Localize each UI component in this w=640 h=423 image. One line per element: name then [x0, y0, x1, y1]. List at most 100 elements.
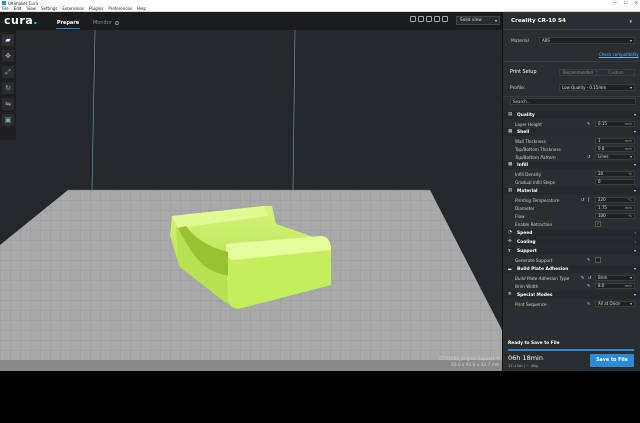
save-to-file-button[interactable]: Save to File — [590, 354, 634, 367]
enable-retraction-checkbox[interactable]: ✓ — [595, 220, 601, 227]
slice-progress-bar — [508, 349, 634, 351]
tab-custom[interactable]: Custom — [597, 69, 635, 76]
chevron-down-icon: ▾ — [629, 19, 632, 25]
view-mode-value: Solid view — [460, 17, 482, 23]
view-3d-icon[interactable] — [410, 16, 416, 22]
category-special-modes[interactable]: ✲ Special Modes ▾ — [503, 291, 640, 299]
diameter-input[interactable]: 1.75 mm — [595, 204, 635, 211]
infill-density-input[interactable]: 20% — [595, 170, 635, 177]
profile-label: Profile: — [510, 86, 526, 91]
brim-width-input[interactable]: 8.0 mm — [595, 282, 635, 289]
tab-recommended[interactable]: Recommended — [559, 69, 597, 76]
settings-search-input[interactable]: Search... — [510, 98, 636, 105]
minimize-button[interactable]: — — [613, 0, 617, 5]
setting-topbottom-pattern: Top/Bottom Pattern ↺ Lines ▾ — [503, 153, 640, 161]
window-controls: — ☐ ✕ — [613, 0, 638, 5]
category-shell[interactable]: ▦ Shell ▾ — [503, 128, 640, 136]
category-quality[interactable]: ▤ Quality ▾ — [503, 111, 640, 119]
menu-view[interactable]: View — [26, 6, 36, 11]
reset-icon[interactable]: ↺ — [587, 154, 590, 159]
category-cooling[interactable]: ✣ Cooling ‹ — [503, 238, 640, 246]
gradual-infill-input[interactable]: 0 — [595, 178, 635, 185]
printer-selector[interactable]: Creality CR-10 S4 — [511, 18, 566, 24]
category-speed[interactable]: ◔ Speed ‹ — [503, 229, 640, 237]
setting-wall-thickness: Wall Thickness 1 mm — [503, 137, 640, 145]
chevron-down-icon: ▾ — [633, 188, 636, 193]
tab-monitor[interactable]: Monitor — [88, 15, 124, 30]
menu-plugins[interactable]: Plugins — [89, 6, 103, 11]
maximize-button[interactable]: ☐ — [624, 0, 628, 5]
flow-label: Flow — [515, 213, 525, 219]
print-sequence-label: Print Sequence — [515, 301, 547, 307]
print-sequence-select[interactable]: All at Once ▾ — [595, 300, 635, 307]
close-button[interactable]: ✕ — [635, 0, 638, 5]
adhesion-type-select[interactable]: Brim ▾ — [595, 274, 635, 281]
3d-viewport[interactable] — [0, 30, 502, 371]
category-infill[interactable]: ▩ Infill ▾ — [503, 161, 640, 169]
build-plate-scene — [0, 30, 502, 371]
tab-prepare[interactable]: Prepare — [50, 15, 86, 30]
link-icon: ✎ — [587, 121, 591, 126]
material-select[interactable]: ABS ▾ — [539, 37, 635, 44]
move-tool-button[interactable]: ✥ — [2, 50, 14, 62]
open-file-button[interactable]: ▰ — [2, 34, 14, 46]
pencil-icon[interactable]: ✎ — [496, 357, 500, 362]
material-icon: ▥ — [508, 188, 513, 193]
view-mode-select[interactable]: Solid view ▾ — [456, 15, 500, 25]
reset-icon[interactable]: ↺ — [588, 275, 591, 280]
menu-edit[interactable]: Edit — [14, 6, 22, 11]
layer-height-input[interactable]: 0.15 mm — [595, 120, 635, 127]
setting-infill-density: Infill Density 20% — [503, 170, 640, 178]
model-dimensions: 80.0 x 91.6 x 42.7 mm — [451, 363, 500, 368]
diameter-label: Diameter — [515, 205, 535, 211]
topbottom-thickness-input[interactable]: 0.8 mm — [595, 145, 635, 152]
generate-support-checkbox[interactable] — [595, 256, 601, 263]
view-front-icon[interactable] — [418, 16, 424, 22]
generate-support-label: Generate Support — [515, 257, 553, 263]
mirror-tool-button[interactable]: ⇋ — [2, 98, 14, 110]
topbottom-pattern-select[interactable]: Lines ▾ — [595, 153, 635, 160]
check-compatibility-link[interactable]: Check compatibility — [599, 52, 639, 57]
model-name: CCR10S4_Engine Support — [439, 357, 495, 362]
flow-input[interactable]: 100% — [595, 212, 635, 219]
ready-status: Ready to Save to File — [508, 341, 560, 346]
divider — [503, 61, 640, 62]
quality-icon: ▤ — [508, 112, 513, 117]
link-icon: ✎ — [587, 283, 591, 288]
printing-temperature-label: Printing Temperature — [515, 197, 560, 203]
window-title: Ultimaker Cura — [8, 0, 39, 6]
viewport-bottom-strip — [0, 371, 502, 423]
menu-extensions[interactable]: Extensions — [62, 6, 84, 11]
setting-diameter: Diameter 1.75 mm — [503, 204, 640, 212]
view-left-icon[interactable] — [434, 16, 440, 22]
menu-file[interactable]: File — [2, 6, 9, 11]
menu-help[interactable]: Help — [137, 6, 146, 11]
divider — [503, 29, 640, 30]
speed-icon: ◔ — [508, 230, 512, 235]
chevron-right-icon: ‹ — [634, 239, 636, 244]
material-estimate: 17.13m / ~ 48g — [508, 363, 538, 368]
menu-preferences[interactable]: Preferences — [108, 6, 132, 11]
layer-height-label: Layer Height — [515, 121, 542, 127]
move-icon: ✥ — [5, 52, 11, 60]
scale-tool-button[interactable]: ⤢ — [2, 66, 14, 78]
category-material[interactable]: ▥ Material ▾ — [503, 187, 640, 195]
setting-brim-width: Brim Width ✎ 8.0 mm — [503, 282, 640, 290]
rotate-tool-button[interactable]: ↻ — [2, 82, 14, 94]
wall-thickness-input[interactable]: 1 mm — [595, 137, 635, 144]
view-top-icon[interactable] — [426, 16, 432, 22]
menu-settings[interactable]: Settings — [41, 6, 57, 11]
profile-select[interactable]: Low Quality - 0.15mm ▾ — [559, 84, 635, 91]
cura-logo: cura. — [4, 14, 38, 27]
reset-icon[interactable]: ↺ — [581, 197, 584, 202]
chevron-down-icon: ▾ — [633, 162, 636, 167]
left-toolbar: ▰ ✥ ⤢ ↻ ⇋ ▣ — [0, 30, 16, 140]
printing-temperature-input[interactable]: 220 °C — [595, 196, 635, 203]
save-to-file-label: Save to File — [596, 358, 628, 363]
scale-icon: ⤢ — [5, 67, 11, 76]
view-right-icon[interactable] — [442, 16, 448, 22]
category-support[interactable]: ╥ Support ▾ — [503, 247, 640, 255]
chevron-down-icon: ▾ — [633, 129, 636, 134]
category-adhesion[interactable]: ▂ Build Plate Adhesion ▾ — [503, 265, 640, 273]
per-model-settings-button[interactable]: ▣ — [2, 114, 14, 126]
